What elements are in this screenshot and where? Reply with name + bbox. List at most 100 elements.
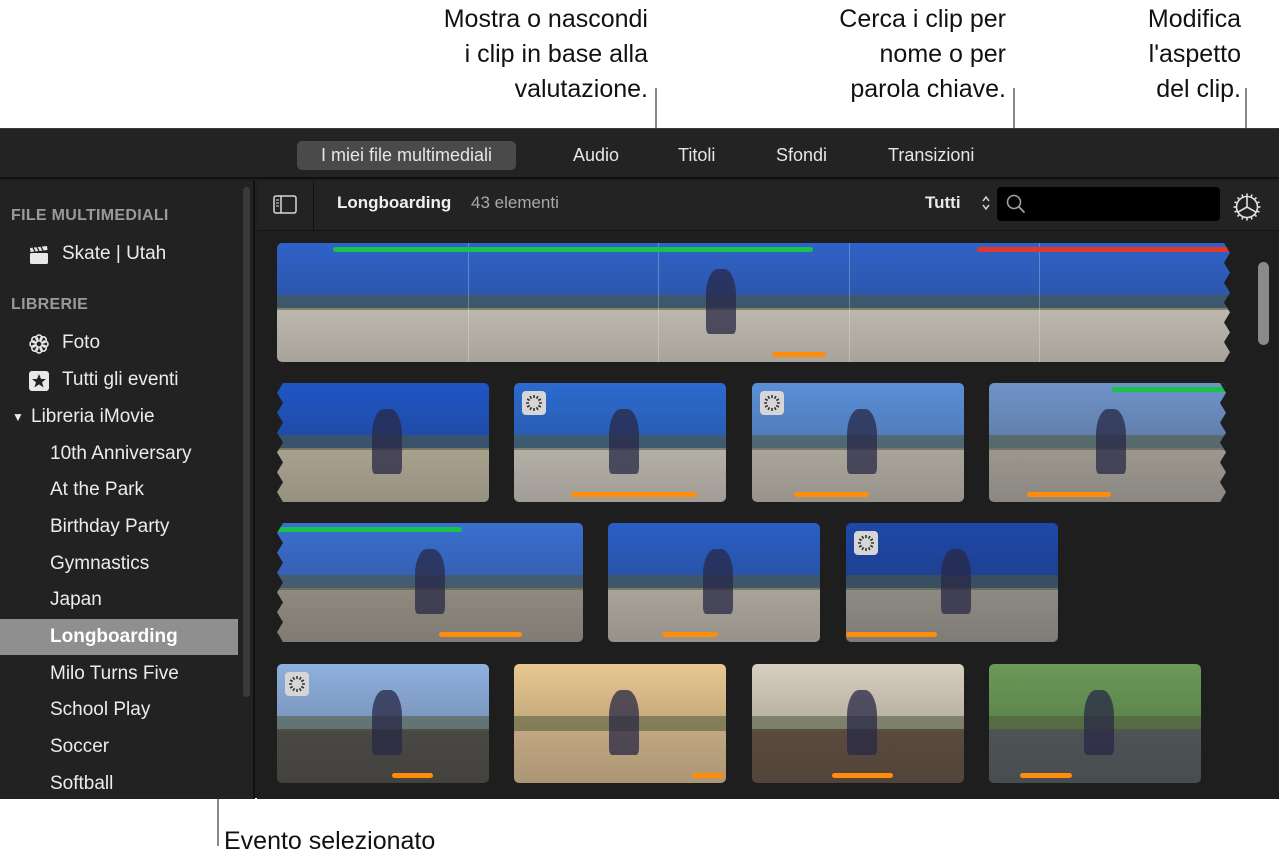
clip-thumbnail[interactable]	[514, 383, 726, 502]
sidebar-item-label: 10th Anniversary	[50, 443, 192, 464]
clip-image-subject	[372, 409, 402, 474]
clip-thumbnail[interactable]	[277, 383, 489, 502]
favorite-bar	[1112, 387, 1226, 392]
keyword-bar	[1027, 492, 1111, 497]
keyword-bar	[662, 632, 718, 637]
clip-thumbnail[interactable]	[752, 664, 964, 783]
tab-backgrounds[interactable]: Sfondi	[752, 141, 851, 170]
sidebar-event-milo-turns-five[interactable]: Milo Turns Five	[0, 656, 238, 692]
star-icon	[29, 371, 49, 391]
search-field[interactable]	[997, 187, 1220, 221]
sidebar-event-soccer[interactable]: Soccer	[0, 729, 238, 765]
sidebar-item-photos[interactable]: Foto	[0, 325, 238, 361]
analysis-spinner-icon	[522, 391, 546, 415]
keyword-bar	[392, 773, 433, 778]
section-libraries: LIBRERIE	[11, 296, 89, 313]
clip-image-subject	[609, 690, 639, 755]
sidebar-item-label: Foto	[62, 332, 101, 353]
sidebar-event-school-play[interactable]: School Play	[0, 692, 238, 728]
callout-appearance: Modifica l'aspetto del clip.	[1147, 5, 1241, 103]
sidebar-item-label: Longboarding	[50, 626, 178, 647]
clip-appearance-gear-icon[interactable]	[1231, 191, 1263, 223]
filmstrip-frame-divider	[1039, 243, 1040, 362]
clip-image-subject	[847, 690, 877, 755]
clip-continues-edge	[1224, 243, 1230, 362]
sidebar-item-imovie-library[interactable]: ▼ Libreria iMovie	[0, 399, 238, 435]
clip-image-subject	[372, 690, 402, 755]
toolbar-divider	[313, 181, 314, 231]
sidebar-event-birthday-party[interactable]: Birthday Party	[0, 509, 238, 545]
libraries-sidebar: FILE MULTIMEDIALI Skate | Utah LIBRERIE …	[0, 181, 255, 799]
clip-continues-edge	[1220, 383, 1226, 502]
sidebar-item-label: Libreria iMovie	[31, 406, 155, 427]
analysis-spinner-icon	[285, 672, 309, 696]
clip-thumbnail[interactable]	[514, 664, 726, 783]
sidebar-event-gymnastics[interactable]: Gymnastics	[0, 546, 238, 582]
media-tabs-bar: I miei file multimediali Audio Titoli Sf…	[0, 129, 1279, 179]
rejected-bar	[977, 247, 1230, 252]
clip-thumbnail[interactable]	[989, 383, 1226, 502]
clip-image-horizon	[277, 295, 1230, 310]
sidebar-item-label: At the Park	[50, 479, 144, 500]
clip-thumbnail[interactable]	[846, 523, 1058, 642]
sidebar-item-label: Softball	[50, 773, 114, 794]
sidebar-item-all-events[interactable]: Tutti gli eventi	[0, 362, 238, 398]
sidebar-scrollbar[interactable]	[243, 187, 250, 697]
sidebar-event-10th-anniversary[interactable]: 10th Anniversary	[0, 436, 238, 472]
sidebar-event-softball[interactable]: Softball	[0, 766, 238, 799]
filmstrip-frame-divider	[658, 243, 659, 362]
disclosure-triangle-icon[interactable]: ▼	[12, 399, 24, 435]
clip-image-subject	[1084, 690, 1114, 755]
search-input[interactable]	[1031, 191, 1211, 217]
clip-thumbnail[interactable]	[608, 523, 820, 642]
sidebar-event-at-the-park[interactable]: At the Park	[0, 472, 238, 508]
clip-thumbnail[interactable]	[752, 383, 964, 502]
clip-thumbnail[interactable]	[989, 664, 1201, 783]
sidebar-item-label: Japan	[50, 589, 102, 610]
keyword-bar	[794, 492, 869, 497]
sidebar-event-japan[interactable]: Japan	[0, 582, 238, 618]
callout-search: Cerca i clip per nome o per parola chiav…	[839, 5, 1006, 103]
favorite-bar	[333, 247, 813, 252]
clip-continues-edge	[277, 383, 283, 502]
analysis-spinner-icon	[854, 531, 878, 555]
clip-thumbnail[interactable]	[277, 243, 1230, 362]
clip-image-subject	[609, 409, 639, 474]
callout-selected-event: Evento selezionato	[224, 827, 436, 855]
section-media: FILE MULTIMEDIALI	[11, 207, 169, 224]
rating-filter-value: Tutti	[925, 193, 961, 212]
sidebar-item-label: School Play	[50, 699, 151, 720]
clip-image-subject	[941, 549, 971, 614]
search-icon	[1006, 194, 1026, 214]
filmstrip-frame-divider	[468, 243, 469, 362]
clip-image-subject	[706, 269, 736, 334]
browser-scrollbar[interactable]	[1258, 262, 1269, 345]
tab-transitions[interactable]: Transizioni	[864, 141, 998, 170]
analysis-spinner-icon	[760, 391, 784, 415]
clip-image-subject	[703, 549, 733, 614]
sidebar-item-label: Soccer	[50, 736, 110, 757]
sidebar-toggle-icon[interactable]	[273, 195, 297, 215]
clip-image-subject	[1096, 409, 1126, 474]
filmstrip-frame-divider	[849, 243, 850, 362]
clip-thumbnail[interactable]	[277, 664, 489, 783]
tab-my-media[interactable]: I miei file multimediali	[297, 141, 517, 170]
sidebar-item-label: Birthday Party	[50, 516, 170, 537]
keyword-bar	[571, 492, 697, 497]
tab-titles[interactable]: Titoli	[654, 141, 739, 170]
sidebar-item-label: Tutti gli eventi	[62, 369, 179, 390]
keyword-bar	[846, 632, 937, 637]
rating-filter-popup[interactable]: Tutti	[925, 193, 990, 213]
sidebar-item-label: Milo Turns Five	[50, 663, 179, 684]
clip-image-subject	[415, 549, 445, 614]
keyword-bar	[439, 632, 522, 637]
clip-image-subject	[847, 409, 877, 474]
updown-chevron-icon	[982, 195, 990, 211]
event-title: Longboarding	[337, 193, 452, 212]
item-count: 43 elementi	[471, 193, 559, 212]
tab-audio[interactable]: Audio	[549, 141, 643, 170]
keyword-bar	[1020, 773, 1072, 778]
sidebar-event-longboarding[interactable]: Longboarding	[0, 619, 238, 655]
clip-thumbnail[interactable]	[277, 523, 583, 642]
sidebar-item-skate-utah[interactable]: Skate | Utah	[0, 236, 238, 272]
